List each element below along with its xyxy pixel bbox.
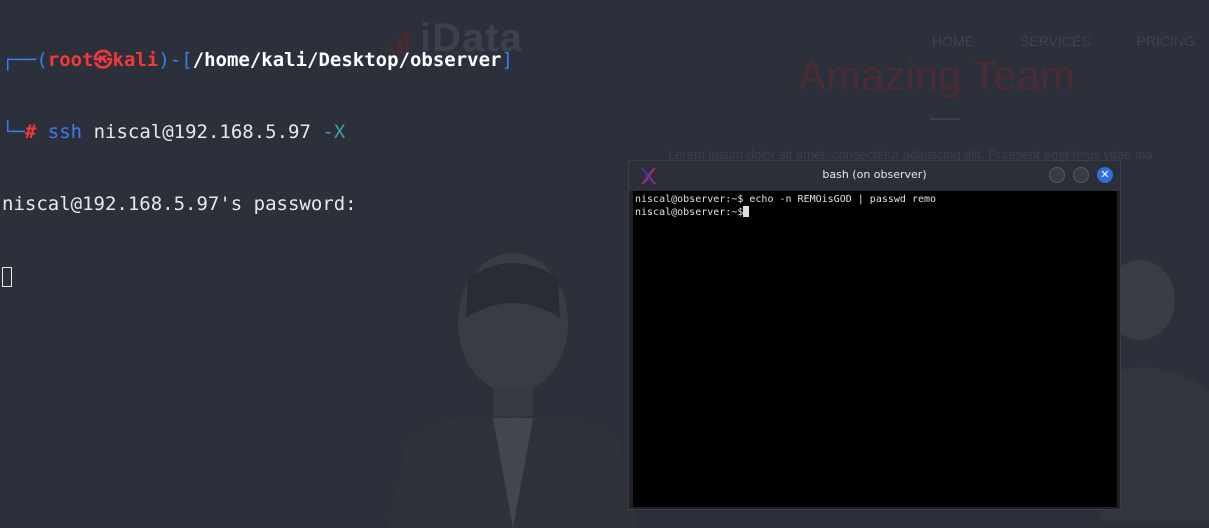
maximize-button[interactable]: [1073, 167, 1089, 183]
window-title: bash (on observer): [822, 168, 927, 181]
prompt-user: root: [47, 49, 94, 71]
window-titlebar[interactable]: bash (on observer) ✕: [629, 161, 1120, 191]
site-heading: Amazing Team: [798, 52, 1076, 99]
prompt-hash: #: [24, 121, 37, 143]
xterm-window[interactable]: bash (on observer) ✕ niscal@observer:~$ …: [628, 160, 1121, 510]
prompt-host: kali: [112, 49, 159, 71]
prompt-line-1: ┌──(root ㉿ kali)-[/home/kali/Desktop/obser…: [2, 49, 513, 71]
prompt-line-2: └─ # ssh niscal@192.168.5.97 -X: [2, 121, 346, 143]
heading-divider: [930, 118, 960, 120]
command-target: niscal@192.168.5.97: [93, 121, 311, 143]
command-name: ssh: [47, 121, 83, 143]
prompt-path: /home/kali/Desktop/observer: [192, 49, 502, 71]
nav-pricing: PRICING: [1136, 33, 1195, 49]
password-prompt: niscal@192.168.5.97's password:: [2, 193, 357, 215]
kali-skull-icon: ㉿: [93, 49, 113, 71]
nav-services: SERVICES: [1020, 33, 1091, 49]
terminal-line: niscal@observer:~$ echo -n REMOisGOD | p…: [635, 194, 937, 205]
xterm-cursor: [743, 206, 750, 217]
kali-terminal[interactable]: ┌──(root ㉿ kali)-[/home/kali/Desktop/obser…: [2, 0, 513, 312]
terminal-cursor[interactable]: [2, 267, 12, 287]
close-button[interactable]: ✕: [1097, 167, 1113, 183]
close-icon: ✕: [1100, 168, 1110, 181]
terminal-line: niscal@observer:~$: [635, 206, 1115, 219]
minimize-button[interactable]: [1049, 167, 1065, 183]
site-nav: HOME SERVICES PRICING AB: [932, 33, 1209, 49]
xterm-terminal-area[interactable]: niscal@observer:~$ echo -n REMOisGOD | p…: [633, 191, 1117, 507]
nav-home: HOME: [932, 33, 974, 49]
command-flag: -X: [322, 121, 346, 143]
